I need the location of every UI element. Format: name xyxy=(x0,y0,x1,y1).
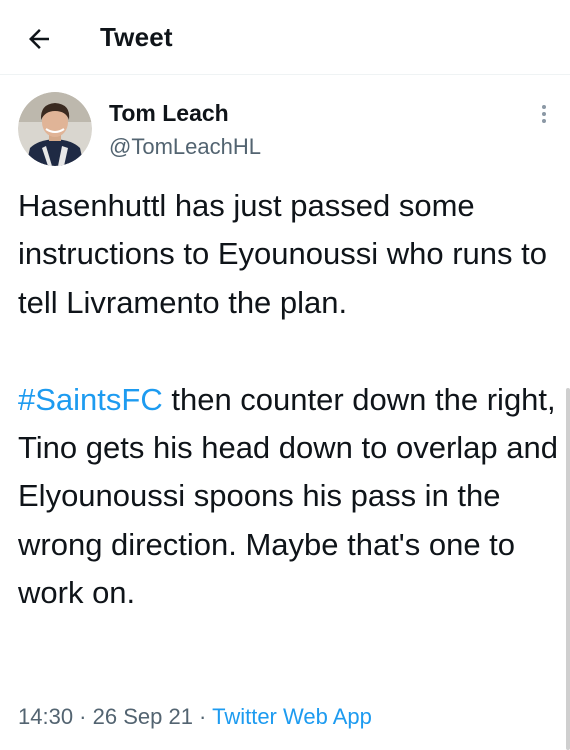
top-bar: Tweet xyxy=(0,0,570,75)
arrow-left-icon[interactable] xyxy=(24,24,54,54)
user-avatar-icon xyxy=(18,92,92,166)
tweet-text-part: Hasenhuttl has just passed some instruct… xyxy=(18,188,547,320)
avatar[interactable] xyxy=(18,92,92,166)
hashtag-link[interactable]: #SaintsFC xyxy=(18,382,163,417)
tweet-text: Hasenhuttl has just passed some instruct… xyxy=(18,182,558,618)
tweet-author: Tom Leach @TomLeachHL xyxy=(18,92,558,172)
tweet-date[interactable]: 26 Sep 21 xyxy=(93,704,193,729)
meta-separator: · xyxy=(192,704,213,729)
tweet-time[interactable]: 14:30 xyxy=(18,704,73,729)
meta-separator: · xyxy=(73,704,93,729)
more-vertical-icon[interactable] xyxy=(534,102,554,126)
author-name[interactable]: Tom Leach xyxy=(109,100,229,127)
author-handle[interactable]: @TomLeachHL xyxy=(109,134,261,160)
tweet-source[interactable]: Twitter Web App xyxy=(212,704,372,729)
tweet-meta: 14:30 · 26 Sep 21 · Twitter Web App xyxy=(18,704,372,730)
scrollbar[interactable] xyxy=(566,388,570,750)
page-title: Tweet xyxy=(100,22,173,52)
